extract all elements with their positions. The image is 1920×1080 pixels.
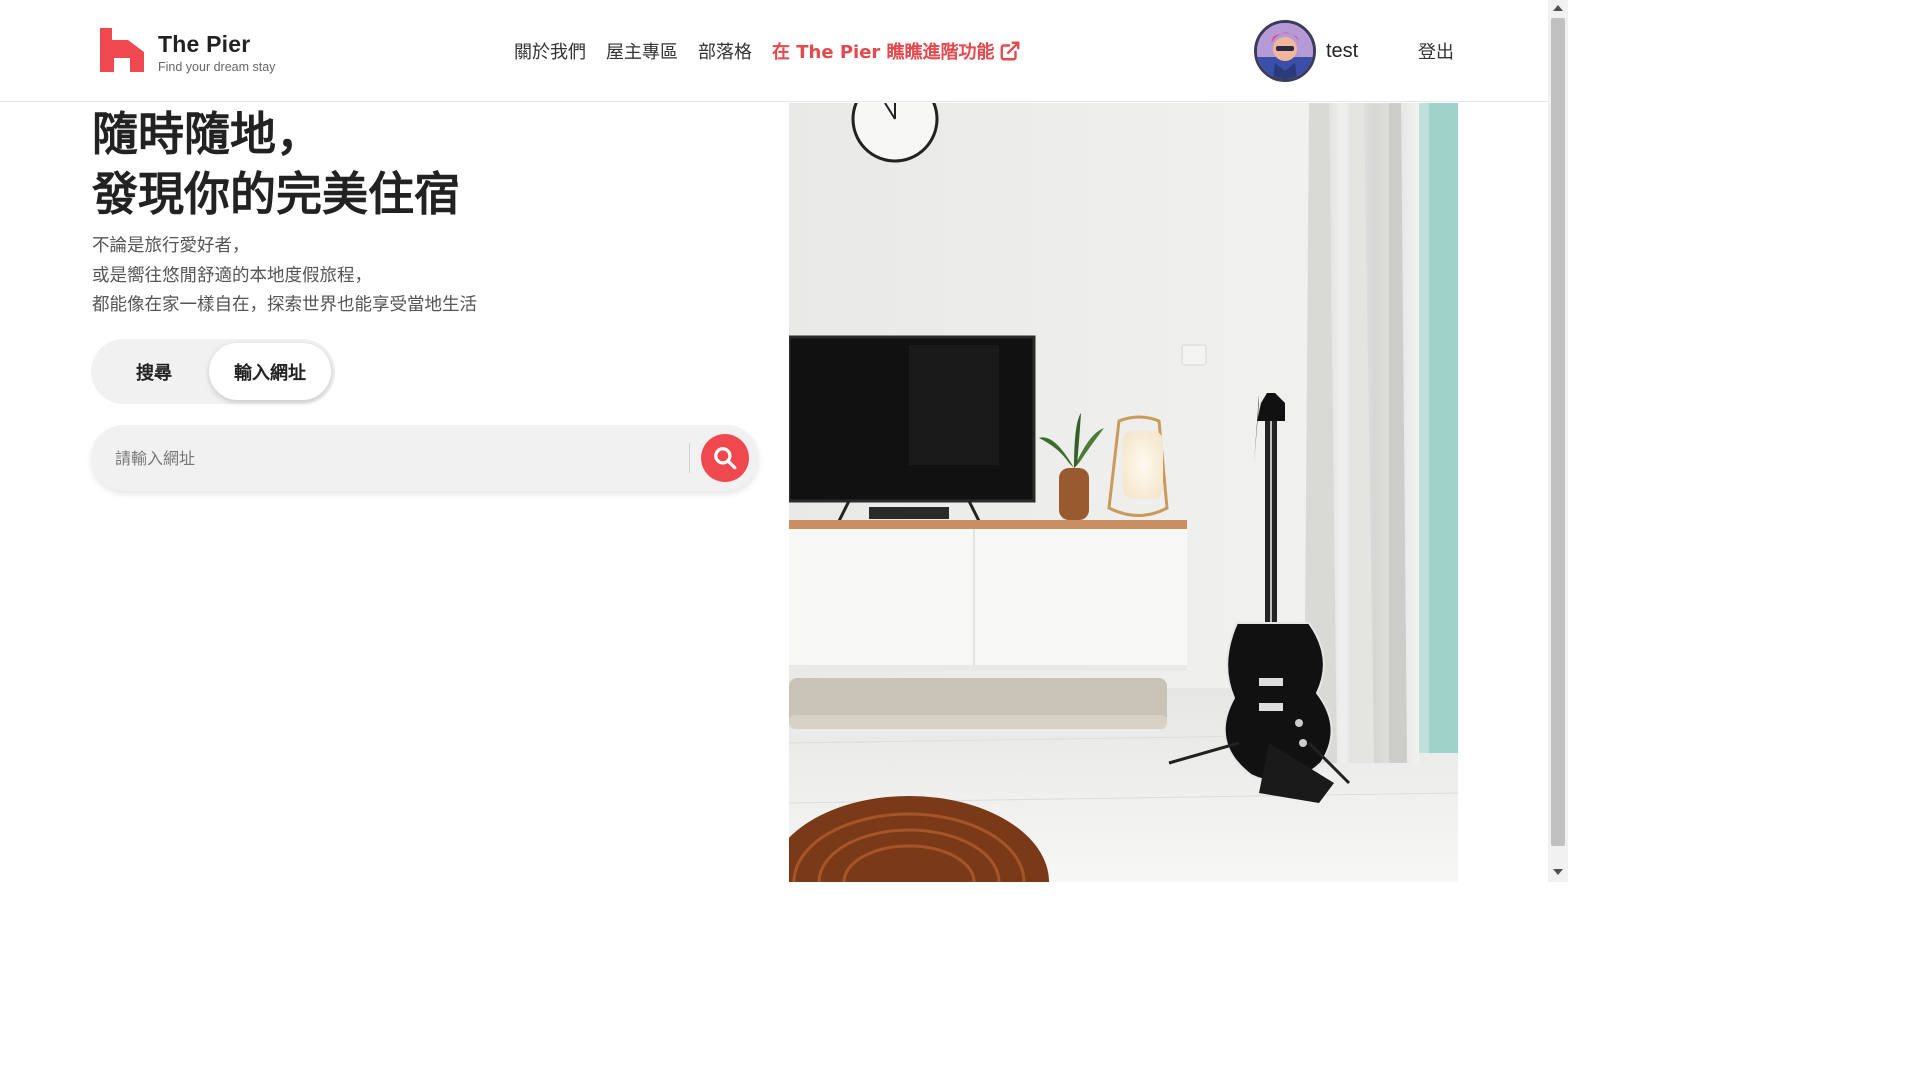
username: test (1326, 39, 1359, 62)
scroll-down-arrow-icon[interactable] (1553, 869, 1563, 875)
hero-desc-line3: 都能像在家一樣自在，探索世界也能享受當地生活 (92, 295, 477, 315)
url-input[interactable] (115, 443, 675, 473)
house-logo-icon (100, 28, 144, 72)
url-searchbar (91, 425, 759, 491)
hero-desc-line2: 或是嚮往悠閒舒適的本地度假旅程， (92, 265, 372, 286)
hero-title-line1: 隨時隨地， (92, 107, 322, 161)
main-nav: 關於我們 屋主專區 部落格 在 The Pier 瞧瞧進階功能 (514, 38, 1021, 64)
search-icon (714, 447, 737, 470)
search-mode-button[interactable]: 搜尋 (97, 343, 211, 400)
search-button[interactable] (701, 434, 749, 482)
site-header: The Pier Find your dream stay 關於我們 屋主專區 … (0, 0, 1548, 102)
external-link-icon (1000, 41, 1020, 61)
nav-advanced-label: 在 The Pier 瞧瞧進階功能 (772, 42, 995, 63)
nav-blog[interactable]: 部落格 (698, 38, 752, 64)
nav-hosts[interactable]: 屋主專區 (606, 38, 678, 64)
scroll-up-arrow-icon[interactable] (1553, 5, 1563, 11)
url-mode-button[interactable]: 輸入網址 (209, 343, 331, 400)
nav-about[interactable]: 關於我們 (514, 38, 586, 64)
hero-desc-line1: 不論是旅行愛好者， (92, 236, 250, 256)
nav-advanced-features[interactable]: 在 The Pier 瞧瞧進階功能 (772, 38, 1021, 64)
user-menu[interactable]: test (1254, 20, 1358, 82)
hero-title-line2: 發現你的完美住宿 (92, 167, 460, 221)
avatar[interactable] (1254, 20, 1316, 82)
brand-title: The Pier (158, 31, 251, 57)
brand-logo[interactable]: The Pier Find your dream stay (100, 28, 275, 74)
page-scrollbar[interactable] (1548, 0, 1568, 882)
hero-image (789, 103, 1458, 882)
scroll-thumb[interactable] (1551, 18, 1565, 846)
divider (689, 443, 690, 473)
logout-link[interactable]: 登出 (1418, 38, 1454, 64)
search-mode-toggle: 搜尋 輸入網址 (91, 339, 335, 404)
hero-description: 不論是旅行愛好者， 或是嚮往悠閒舒適的本地度假旅程， 都能像在家一樣自在，探索世… (92, 232, 477, 321)
brand-subtitle: Find your dream stay (158, 60, 276, 74)
hero-title: 隨時隨地， 發現你的完美住宿 (92, 104, 460, 224)
